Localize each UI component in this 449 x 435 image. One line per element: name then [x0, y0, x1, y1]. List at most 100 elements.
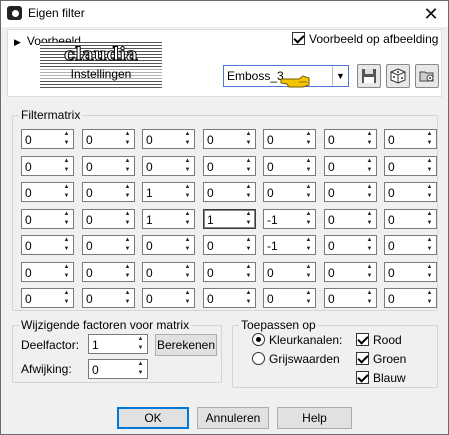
blue-checkbox[interactable]: Blauw: [356, 371, 406, 385]
spin-up-icon[interactable]: ▲: [427, 264, 433, 271]
spin-down-icon[interactable]: ▼: [125, 193, 131, 200]
cancel-button[interactable]: Annuleren: [197, 407, 269, 429]
matrix-cell-0-2[interactable]: 0 ▲ ▼: [142, 129, 195, 149]
spin-down-icon[interactable]: ▼: [367, 140, 373, 147]
matrix-cell-2-4[interactable]: 0 ▲ ▼: [263, 182, 316, 202]
divisor-input[interactable]: 1 ▲ ▼: [88, 334, 148, 354]
spin-up-icon[interactable]: ▲: [125, 211, 131, 218]
spin-arrows[interactable]: ▲ ▼: [424, 211, 435, 227]
spin-up-icon[interactable]: ▲: [185, 264, 191, 271]
spin-up-icon[interactable]: ▲: [367, 237, 373, 244]
spin-up-icon[interactable]: ▲: [125, 237, 131, 244]
spin-arrows[interactable]: ▲ ▼: [424, 184, 435, 200]
spin-arrows[interactable]: ▲ ▼: [364, 237, 375, 253]
spin-down-icon[interactable]: ▼: [125, 167, 131, 174]
spin-down-icon[interactable]: ▼: [125, 273, 131, 280]
matrix-cell-1-6[interactable]: 0 ▲ ▼: [384, 156, 437, 176]
spin-up-icon[interactable]: ▲: [138, 361, 144, 368]
spin-down-icon[interactable]: ▼: [306, 246, 312, 253]
spin-down-icon[interactable]: ▼: [306, 273, 312, 280]
spin-down-icon[interactable]: ▼: [246, 193, 252, 200]
matrix-cell-2-5[interactable]: 0 ▲ ▼: [324, 182, 377, 202]
matrix-cell-3-0[interactable]: 0 ▲ ▼: [21, 209, 74, 229]
spin-down-icon[interactable]: ▼: [64, 273, 70, 280]
spin-down-icon[interactable]: ▼: [185, 140, 191, 147]
green-checkbox[interactable]: Groen: [356, 352, 406, 366]
close-icon[interactable]: ✕: [420, 3, 442, 25]
spin-up-icon[interactable]: ▲: [125, 158, 131, 165]
spin-up-icon[interactable]: ▲: [246, 184, 252, 191]
matrix-cell-5-2[interactable]: 0 ▲ ▼: [142, 262, 195, 282]
spin-arrows[interactable]: ▲ ▼: [182, 211, 193, 227]
spin-down-icon[interactable]: ▼: [367, 273, 373, 280]
matrix-cell-0-3[interactable]: 0 ▲ ▼: [203, 129, 256, 149]
spin-arrows[interactable]: ▲ ▼: [364, 131, 375, 147]
spin-up-icon[interactable]: ▲: [138, 336, 144, 343]
spin-up-icon[interactable]: ▲: [64, 184, 70, 191]
bias-input[interactable]: 0 ▲ ▼: [88, 359, 148, 379]
matrix-cell-5-5[interactable]: 0 ▲ ▼: [324, 262, 377, 282]
spin-arrows[interactable]: ▲ ▼: [424, 158, 435, 174]
preset-options-button[interactable]: [415, 64, 439, 88]
spin-down-icon[interactable]: ▼: [64, 167, 70, 174]
spin-arrows[interactable]: ▲ ▼: [122, 290, 133, 306]
spin-arrows[interactable]: ▲ ▼: [364, 184, 375, 200]
matrix-cell-3-3[interactable]: 1 ▲ ▼: [203, 209, 256, 229]
spin-down-icon[interactable]: ▼: [185, 193, 191, 200]
spin-arrows[interactable]: ▲ ▼: [243, 290, 254, 306]
spin-arrows[interactable]: ▲ ▼: [243, 211, 254, 227]
spin-down-icon[interactable]: ▼: [427, 273, 433, 280]
spin-arrows[interactable]: ▲ ▼: [182, 184, 193, 200]
spin-down-icon[interactable]: ▼: [367, 299, 373, 306]
spin-down-icon[interactable]: ▼: [185, 167, 191, 174]
spin-up-icon[interactable]: ▲: [427, 184, 433, 191]
spin-arrows[interactable]: ▲ ▼: [61, 158, 72, 174]
spin-down-icon[interactable]: ▼: [185, 299, 191, 306]
matrix-cell-0-0[interactable]: 0 ▲ ▼: [21, 129, 74, 149]
spin-arrows[interactable]: ▲ ▼: [364, 211, 375, 227]
matrix-cell-6-3[interactable]: 0 ▲ ▼: [203, 288, 256, 308]
spin-down-icon[interactable]: ▼: [125, 140, 131, 147]
matrix-cell-1-5[interactable]: 0 ▲ ▼: [324, 156, 377, 176]
matrix-cell-4-0[interactable]: 0 ▲ ▼: [21, 235, 74, 255]
spin-up-icon[interactable]: ▲: [367, 131, 373, 138]
spin-down-icon[interactable]: ▼: [64, 140, 70, 147]
spin-arrows[interactable]: ▲ ▼: [122, 158, 133, 174]
spin-arrows[interactable]: ▲ ▼: [182, 237, 193, 253]
spin-up-icon[interactable]: ▲: [427, 211, 433, 218]
random-preset-button[interactable]: [386, 64, 410, 88]
spin-arrows[interactable]: ▲ ▼: [122, 184, 133, 200]
spin-down-icon[interactable]: ▼: [306, 299, 312, 306]
spin-down-icon[interactable]: ▼: [367, 193, 373, 200]
spin-up-icon[interactable]: ▲: [306, 131, 312, 138]
spin-up-icon[interactable]: ▲: [64, 158, 70, 165]
spin-up-icon[interactable]: ▲: [246, 131, 252, 138]
spin-down-icon[interactable]: ▼: [427, 299, 433, 306]
matrix-cell-1-3[interactable]: 0 ▲ ▼: [203, 156, 256, 176]
spin-down-icon[interactable]: ▼: [427, 167, 433, 174]
matrix-cell-6-1[interactable]: 0 ▲ ▼: [82, 288, 135, 308]
spin-arrows[interactable]: ▲ ▼: [122, 237, 133, 253]
spin-arrows[interactable]: ▲ ▼: [303, 264, 314, 280]
matrix-cell-4-1[interactable]: 0 ▲ ▼: [82, 235, 135, 255]
matrix-cell-2-1[interactable]: 0 ▲ ▼: [82, 182, 135, 202]
checkbox-box[interactable]: [292, 32, 305, 46]
spin-up-icon[interactable]: ▲: [367, 158, 373, 165]
matrix-cell-2-6[interactable]: 0 ▲ ▼: [384, 182, 437, 202]
grayscale-radio[interactable]: Grijswaarden: [252, 352, 340, 366]
checkbox-box[interactable]: [356, 352, 369, 366]
spin-down-icon[interactable]: ▼: [367, 246, 373, 253]
spin-up-icon[interactable]: ▲: [64, 290, 70, 297]
spin-arrows[interactable]: ▲ ▼: [303, 131, 314, 147]
spin-up-icon[interactable]: ▲: [246, 264, 252, 271]
spin-down-icon[interactable]: ▼: [306, 167, 312, 174]
spin-arrows[interactable]: ▲ ▼: [122, 211, 133, 227]
spin-down-icon[interactable]: ▼: [64, 193, 70, 200]
spin-up-icon[interactable]: ▲: [246, 237, 252, 244]
spin-up-icon[interactable]: ▲: [185, 131, 191, 138]
red-checkbox[interactable]: Rood: [356, 333, 402, 347]
spin-arrows[interactable]: ▲ ▼: [61, 131, 72, 147]
matrix-cell-4-3[interactable]: 0 ▲ ▼: [203, 235, 256, 255]
spin-up-icon[interactable]: ▲: [246, 158, 252, 165]
spin-up-icon[interactable]: ▲: [367, 264, 373, 271]
